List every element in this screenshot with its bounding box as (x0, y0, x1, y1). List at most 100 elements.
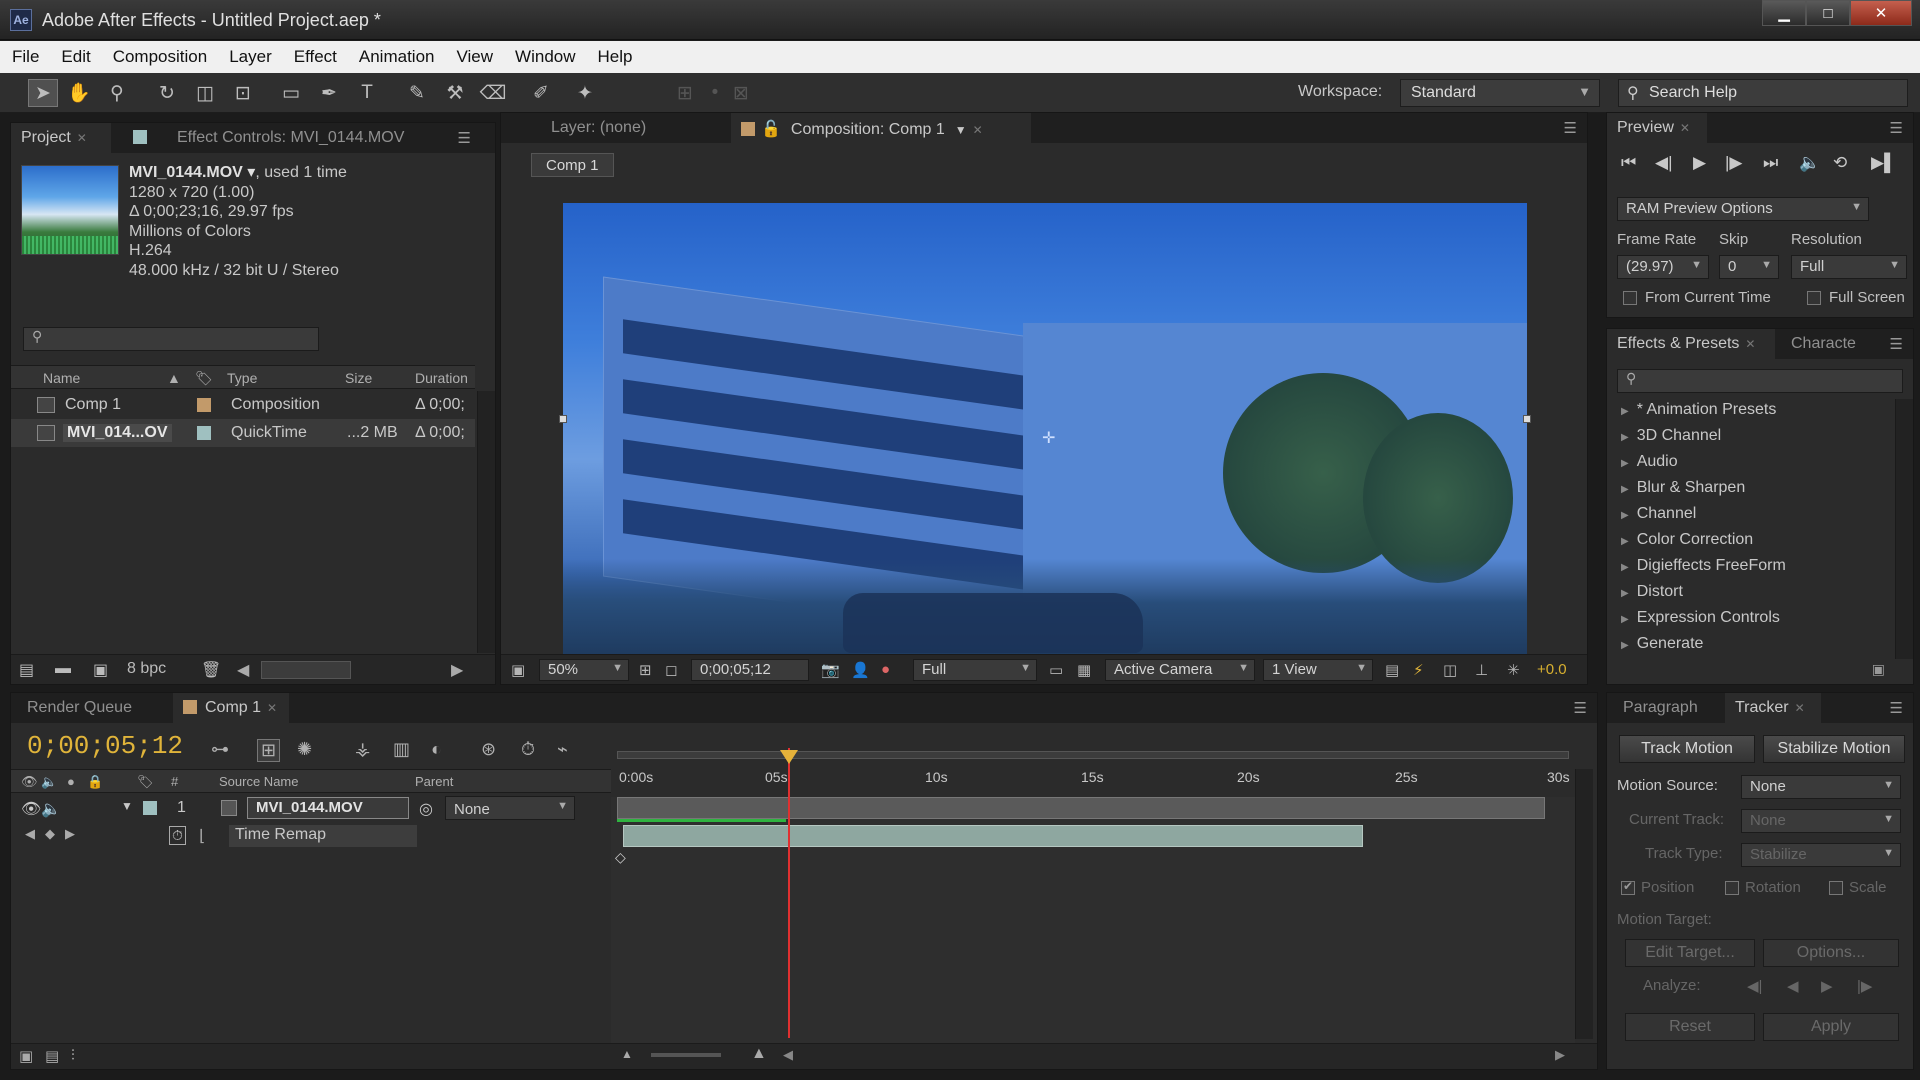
zoom-tool-icon[interactable]: ⚲ (102, 79, 132, 107)
current-time-display[interactable]: 0;00;05;12 (691, 659, 809, 681)
auto-keyframe-icon[interactable]: ⏱ (521, 739, 535, 760)
hand-tool-icon[interactable]: ✋ (64, 79, 94, 107)
play-icon[interactable]: ▶ (1693, 153, 1706, 173)
panel-menu-icon[interactable]: ☰ (1890, 699, 1903, 717)
zoom-out-icon[interactable]: ▲ (621, 1047, 633, 1061)
last-frame-icon[interactable]: ⏭ (1763, 153, 1778, 173)
close-icon[interactable]: ✕ (267, 701, 277, 715)
effects-item[interactable]: ▶ Channel (1621, 505, 1696, 523)
rotation-tool-icon[interactable]: ↻ (152, 79, 182, 107)
effects-item[interactable]: ▶ Distort (1621, 583, 1683, 601)
menu-animation[interactable]: Animation (359, 47, 435, 67)
label-color-swatch[interactable] (197, 398, 211, 412)
motion-blur-icon[interactable]: ◐ (431, 739, 442, 760)
tab-effects-presets[interactable]: Effects & Presets ✕ (1607, 329, 1775, 359)
next-frame-icon[interactable]: |▶ (1725, 153, 1743, 173)
expand-triangle-icon[interactable]: ▶ (1621, 406, 1629, 417)
effects-item[interactable]: ▶ Color Correction (1621, 531, 1753, 549)
flowchart-icon[interactable]: ⊥ (1475, 661, 1488, 679)
project-scrollbar[interactable] (477, 391, 495, 653)
trash-icon[interactable]: 🗑 (201, 660, 221, 680)
color-depth-button[interactable]: 8 bpc (127, 660, 166, 678)
anchor-point-icon[interactable]: ✛ (1042, 428, 1055, 448)
frame-rate-dropdown[interactable]: (29.97) ▼ (1617, 255, 1709, 279)
layer-handle[interactable] (1523, 415, 1531, 423)
reset-exposure-icon[interactable]: ✳ (1507, 661, 1520, 679)
layer-name-field[interactable]: MVI_0144.MOV (247, 797, 409, 819)
column-size[interactable]: Size (345, 370, 372, 386)
tab-preview[interactable]: Preview ✕ (1607, 113, 1707, 143)
effects-item[interactable]: ▶ 3D Channel (1621, 427, 1721, 445)
snapshot-camera-icon[interactable]: 📷 (821, 661, 840, 679)
fast-previews-icon[interactable]: ⚡ (1413, 661, 1424, 679)
brush-tool-icon[interactable]: ✎ (402, 79, 432, 107)
parent-dropdown[interactable]: None ▼ (445, 796, 575, 820)
keyframe-icon[interactable]: ◇ (615, 849, 626, 866)
layer-handle[interactable] (559, 415, 567, 423)
add-keyframe-icon[interactable]: ◆ (45, 826, 55, 842)
panel-menu-icon[interactable]: ☰ (1890, 119, 1903, 137)
analyze-forward-frame-icon[interactable]: |▶ (1857, 977, 1872, 995)
effects-search-input[interactable]: ⚲ (1617, 369, 1903, 393)
view-layout-dropdown[interactable]: 1 View ▼ (1263, 659, 1373, 681)
roto-brush-tool-icon[interactable]: ✐ (526, 79, 556, 107)
rectangle-tool-icon[interactable]: ▭ (276, 79, 306, 107)
effects-scrollbar[interactable] (1895, 399, 1913, 659)
from-current-time-checkbox[interactable] (1623, 291, 1637, 305)
work-area-bar[interactable] (617, 751, 1569, 759)
motion-source-dropdown[interactable]: None ▼ (1741, 775, 1901, 799)
search-help-input[interactable]: ⚲ Search Help (1618, 79, 1908, 107)
puppet-pin-tool-icon[interactable]: ✦ (570, 79, 600, 107)
toggle-pixel-aspect-icon[interactable]: ▤ (1385, 661, 1399, 679)
analyze-backward-icon[interactable]: ◀ (1787, 977, 1799, 995)
expand-triangle-icon[interactable]: ▶ (1621, 484, 1629, 495)
mask-visibility-icon[interactable]: ◻ (665, 661, 677, 679)
zoom-slider[interactable] (651, 1053, 721, 1057)
chevron-down-icon[interactable]: ▼ (955, 123, 967, 137)
tab-layer[interactable]: Layer: (none) (541, 113, 721, 143)
menu-layer[interactable]: Layer (229, 47, 272, 67)
channel-rgb-icon[interactable]: ● (881, 661, 890, 678)
toggle-in-out-icon[interactable]: ⫶ (71, 1047, 75, 1064)
camera-view-dropdown[interactable]: Active Camera ▼ (1105, 659, 1255, 681)
tab-render-queue[interactable]: Render Queue (17, 693, 167, 723)
region-of-interest-icon[interactable]: ▭ (1049, 661, 1063, 679)
maximize-button[interactable]: □ (1806, 0, 1850, 26)
footage-name[interactable]: MVI_0144.MOV ▾ (129, 164, 255, 181)
audio-enable-icon[interactable]: 🔈 (41, 799, 61, 819)
magnification-dropdown[interactable]: 50% ▼ (539, 659, 629, 681)
scale-checkbox[interactable] (1829, 881, 1843, 895)
expand-triangle-icon[interactable]: ▶ (1621, 432, 1629, 443)
draft-3d-icon[interactable]: ✺ (297, 739, 312, 760)
reset-button[interactable]: Reset (1625, 1013, 1755, 1041)
close-icon[interactable]: ✕ (1795, 701, 1805, 715)
panel-menu-icon[interactable]: ☰ (458, 129, 471, 147)
skip-dropdown[interactable]: 0 ▼ (1719, 255, 1779, 279)
mute-audio-icon[interactable]: 🔈 (1799, 153, 1820, 173)
close-icon[interactable]: ✕ (973, 123, 983, 137)
resolution-dropdown[interactable]: Full ▼ (913, 659, 1037, 681)
type-tool-icon[interactable]: T (352, 79, 382, 107)
expand-triangle-icon[interactable]: ▶ (1621, 562, 1629, 573)
safe-areas-icon[interactable]: ⊞ (639, 661, 652, 679)
expand-triangle-icon[interactable]: ▶ (1621, 588, 1629, 599)
panel-menu-icon[interactable]: ☰ (1890, 335, 1903, 353)
tab-tracker[interactable]: Tracker ✕ (1725, 693, 1821, 723)
column-duration[interactable]: Duration (415, 370, 468, 386)
show-snapshot-icon[interactable]: 👤 (851, 661, 870, 679)
parent-pick-whip-icon[interactable]: ◎ (419, 799, 433, 819)
preview-resolution-dropdown[interactable]: Full ▼ (1791, 255, 1907, 279)
new-animation-preset-icon[interactable]: ▣ (1872, 661, 1885, 678)
live-update-icon[interactable]: ⊞ (257, 739, 281, 762)
expand-triangle-icon[interactable]: ▶ (1621, 640, 1629, 651)
pen-tool-icon[interactable]: ✒ (314, 79, 344, 107)
time-remap-property-row[interactable]: ◀ ◆ ▶ ⏱ ⌊ Time Remap (11, 823, 611, 849)
frame-blending-icon[interactable]: ▥ (393, 739, 410, 760)
expand-triangle-icon[interactable]: ▶ (1621, 536, 1629, 547)
menu-help[interactable]: Help (598, 47, 633, 67)
layer-duration-bar[interactable] (623, 825, 1363, 847)
close-button[interactable]: ✕ (1850, 0, 1912, 26)
track-type-dropdown[interactable]: Stabilize ▼ (1741, 843, 1901, 867)
video-visibility-icon[interactable]: 👁 (21, 799, 41, 819)
interpret-footage-icon[interactable]: ▤ (19, 660, 34, 680)
